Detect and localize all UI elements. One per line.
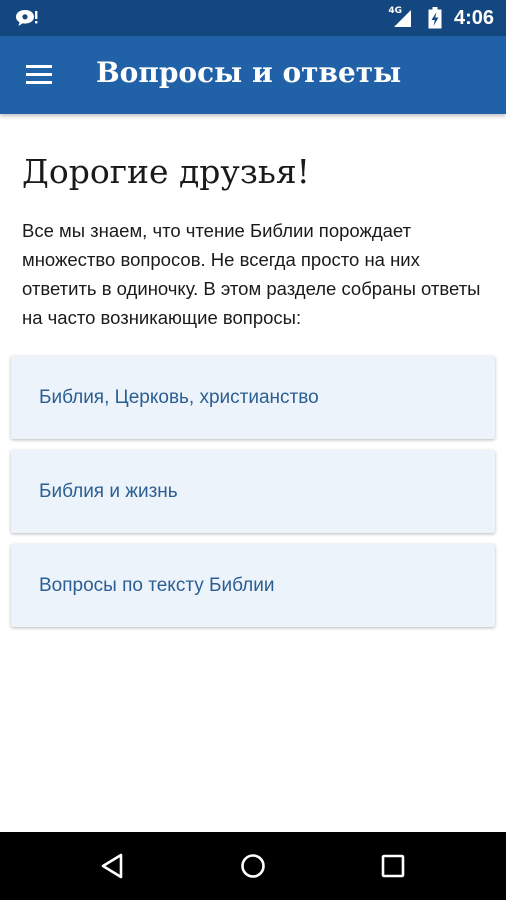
recents-square-icon[interactable] — [379, 852, 407, 880]
network-type-label: 4G — [388, 5, 402, 16]
topic-card-bible-church-christianity[interactable]: Библия, Церковь, христианство — [11, 356, 495, 439]
greeting-heading: Дорогие друзья! — [22, 152, 310, 191]
battery-charging-icon — [428, 7, 442, 29]
topic-card-bible-and-life[interactable]: Библия и жизнь — [11, 450, 495, 533]
app-bar: Вопросы и ответы — [0, 36, 506, 114]
home-circle-icon[interactable] — [239, 852, 267, 880]
status-clock: 4:06 — [453, 6, 494, 29]
back-triangle-icon[interactable] — [99, 852, 127, 880]
topic-card-bible-text-questions[interactable]: Вопросы по тексту Библии — [11, 544, 495, 627]
topic-card-label: Библия, Церковь, христианство — [39, 387, 319, 408]
navigation-bar — [0, 832, 506, 900]
status-bar: 4G 4:06 — [0, 0, 506, 36]
topic-card-label: Вопросы по тексту Библии — [39, 575, 275, 596]
page-title: Вопросы и ответы — [96, 56, 402, 89]
topic-card-label: Библия и жизнь — [39, 481, 178, 502]
chat-bubble-icon — [16, 10, 38, 26]
intro-text: Все мы знаем, что чтение Библии порождае… — [22, 220, 481, 328]
hamburger-menu-icon[interactable] — [26, 65, 52, 85]
